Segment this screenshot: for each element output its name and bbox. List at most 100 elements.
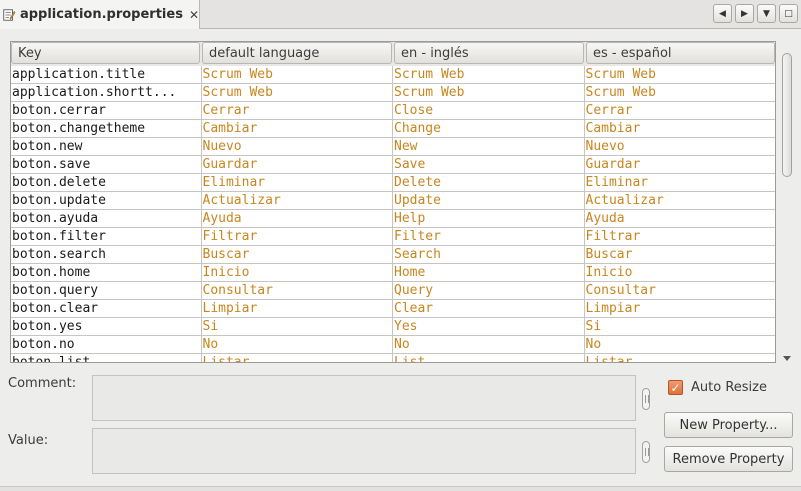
- cell-default-language[interactable]: Cambiar: [202, 120, 393, 137]
- cell-default-language[interactable]: Actualizar: [202, 192, 393, 209]
- cell-en[interactable]: Filter: [393, 228, 585, 245]
- cell-es[interactable]: Filtrar: [585, 228, 776, 245]
- cell-key[interactable]: boton.changetheme: [11, 120, 202, 137]
- new-property-button[interactable]: New Property...: [664, 412, 793, 438]
- properties-table[interactable]: Key default language en - inglés es - es…: [10, 41, 776, 363]
- cell-default-language[interactable]: Ayuda: [202, 210, 393, 227]
- cell-es[interactable]: Eliminar: [585, 174, 776, 191]
- cell-key[interactable]: boton.no: [11, 336, 202, 353]
- table-row[interactable]: boton.yes Si Yes Si: [11, 318, 775, 336]
- cell-key[interactable]: boton.delete: [11, 174, 202, 191]
- comment-scrollbar[interactable]: [640, 378, 652, 418]
- cell-es[interactable]: Listar: [585, 354, 776, 362]
- cell-en[interactable]: Save: [393, 156, 585, 173]
- value-field[interactable]: [92, 428, 636, 474]
- cell-key[interactable]: boton.clear: [11, 300, 202, 317]
- column-header-default-language[interactable]: default language: [202, 42, 392, 64]
- cell-key[interactable]: application.title: [11, 66, 202, 83]
- cell-default-language[interactable]: No: [202, 336, 393, 353]
- cell-default-language[interactable]: Nuevo: [202, 138, 393, 155]
- cell-es[interactable]: Inicio: [585, 264, 776, 281]
- table-row[interactable]: boton.list Listar List Listar: [11, 354, 776, 362]
- value-scrollbar[interactable]: [640, 431, 652, 471]
- cell-es[interactable]: Scrum Web: [585, 66, 776, 83]
- value-scrollbar-thumb[interactable]: [642, 441, 650, 463]
- table-row[interactable]: boton.clear Limpiar Clear Limpiar: [11, 300, 775, 318]
- table-row[interactable]: boton.query Consultar Query Consultar: [11, 282, 775, 300]
- maximize-button[interactable]: □: [779, 4, 798, 23]
- cell-es[interactable]: No: [585, 336, 776, 353]
- table-row[interactable]: boton.ayuda Ayuda Help Ayuda: [11, 210, 775, 228]
- comment-field[interactable]: [92, 375, 636, 421]
- scroll-right-button[interactable]: ▶: [735, 4, 754, 23]
- cell-key[interactable]: boton.save: [11, 156, 202, 173]
- table-row[interactable]: boton.save Guardar Save Guardar: [11, 156, 775, 174]
- cell-key[interactable]: application.shortt...: [11, 84, 202, 101]
- cell-en[interactable]: Clear: [393, 300, 585, 317]
- scroll-left-button[interactable]: ◀: [713, 4, 732, 23]
- table-row[interactable]: boton.filter Filtrar Filter Filtrar: [11, 228, 775, 246]
- cell-en[interactable]: Close: [393, 102, 585, 119]
- table-row[interactable]: boton.search Buscar Search Buscar: [11, 246, 775, 264]
- cell-default-language[interactable]: Guardar: [202, 156, 393, 173]
- cell-default-language[interactable]: Scrum Web: [202, 66, 393, 83]
- cell-key[interactable]: boton.query: [11, 282, 202, 299]
- comment-scrollbar-thumb[interactable]: [642, 388, 650, 410]
- table-row[interactable]: boton.new Nuevo New Nuevo: [11, 138, 775, 156]
- cell-en[interactable]: New: [393, 138, 585, 155]
- cell-en[interactable]: Yes: [393, 318, 585, 335]
- cell-en[interactable]: Scrum Web: [393, 66, 585, 83]
- close-icon[interactable]: ✕: [189, 8, 199, 22]
- cell-default-language[interactable]: Buscar: [202, 246, 393, 263]
- cell-en[interactable]: Scrum Web: [393, 84, 585, 101]
- cell-es[interactable]: Nuevo: [585, 138, 776, 155]
- cell-es[interactable]: Si: [585, 318, 776, 335]
- cell-en[interactable]: No: [393, 336, 585, 353]
- cell-es[interactable]: Buscar: [585, 246, 776, 263]
- table-row[interactable]: boton.home Inicio Home Inicio: [11, 264, 775, 282]
- cell-default-language[interactable]: Filtrar: [202, 228, 393, 245]
- cell-en[interactable]: Search: [393, 246, 585, 263]
- cell-key[interactable]: boton.update: [11, 192, 202, 209]
- table-scrollbar[interactable]: [779, 41, 795, 363]
- table-row[interactable]: boton.delete Eliminar Delete Eliminar: [11, 174, 775, 192]
- cell-key[interactable]: boton.home: [11, 264, 202, 281]
- cell-es[interactable]: Guardar: [585, 156, 776, 173]
- cell-key[interactable]: boton.search: [11, 246, 202, 263]
- cell-en[interactable]: List: [393, 354, 585, 362]
- cell-default-language[interactable]: Cerrar: [202, 102, 393, 119]
- auto-resize-option[interactable]: ✓ Auto Resize: [668, 380, 767, 395]
- scrollbar-thumb[interactable]: [782, 53, 792, 177]
- column-header-key[interactable]: Key: [11, 42, 200, 64]
- scroll-down-arrow-icon[interactable]: [783, 356, 791, 361]
- cell-es[interactable]: Consultar: [585, 282, 776, 299]
- cell-es[interactable]: Limpiar: [585, 300, 776, 317]
- table-row[interactable]: application.shortt... Scrum Web Scrum Web S…: [11, 84, 775, 102]
- cell-es[interactable]: Scrum Web: [585, 84, 776, 101]
- tab-list-dropdown-button[interactable]: ▼: [757, 4, 776, 23]
- table-row[interactable]: boton.changetheme Cambiar Change Cambiar: [11, 120, 775, 138]
- cell-default-language[interactable]: Inicio: [202, 264, 393, 281]
- cell-es[interactable]: Ayuda: [585, 210, 776, 227]
- column-header-es[interactable]: es - español: [586, 42, 775, 64]
- cell-en[interactable]: Home: [393, 264, 585, 281]
- cell-key[interactable]: boton.ayuda: [11, 210, 202, 227]
- cell-en[interactable]: Update: [393, 192, 585, 209]
- cell-default-language[interactable]: Eliminar: [202, 174, 393, 191]
- cell-key[interactable]: boton.yes: [11, 318, 202, 335]
- table-row[interactable]: boton.update Actualizar Update Actualizar: [11, 192, 775, 210]
- cell-default-language[interactable]: Listar: [202, 354, 393, 362]
- auto-resize-checkbox[interactable]: ✓: [668, 380, 683, 395]
- remove-property-button[interactable]: Remove Property: [664, 446, 793, 472]
- cell-default-language[interactable]: Scrum Web: [202, 84, 393, 101]
- tab-application-properties[interactable]: application.properties ✕: [0, 0, 200, 29]
- cell-es[interactable]: Actualizar: [585, 192, 776, 209]
- cell-default-language[interactable]: Si: [202, 318, 393, 335]
- cell-en[interactable]: Delete: [393, 174, 585, 191]
- cell-key[interactable]: boton.new: [11, 138, 202, 155]
- cell-en[interactable]: Change: [393, 120, 585, 137]
- table-row[interactable]: application.title Scrum Web Scrum Web Scrum…: [11, 66, 775, 84]
- cell-en[interactable]: Query: [393, 282, 585, 299]
- cell-key[interactable]: boton.list: [11, 354, 202, 362]
- cell-default-language[interactable]: Limpiar: [202, 300, 393, 317]
